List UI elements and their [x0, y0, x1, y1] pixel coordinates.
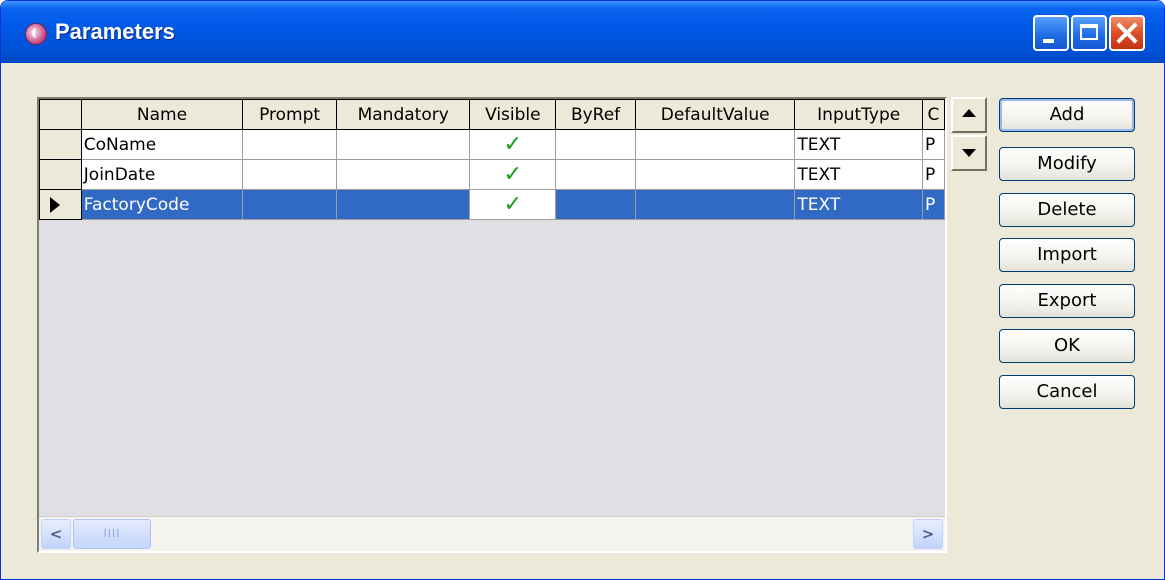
minimize-icon: [1043, 39, 1054, 43]
cell-default-value[interactable]: [634, 129, 796, 160]
cell-visible-check-icon[interactable]: ✓: [469, 129, 557, 160]
cell-c[interactable]: P: [921, 129, 945, 160]
horizontal-scrollbar[interactable]: < IIII >: [39, 516, 945, 551]
app-icon: [25, 23, 47, 45]
window-title: Parameters: [55, 19, 175, 44]
triangle-up-icon: [962, 109, 976, 117]
scroll-left-icon[interactable]: <: [41, 519, 71, 549]
cell-visible-check-icon[interactable]: ✓: [469, 159, 557, 190]
cell-default-value[interactable]: [634, 189, 796, 220]
parameters-grid[interactable]: Name Prompt Mandatory Visible ByRef Defa…: [37, 97, 947, 553]
cell-byref[interactable]: [555, 189, 636, 220]
grid-header-row: Name Prompt Mandatory Visible ByRef Defa…: [39, 99, 945, 130]
scroll-thumb[interactable]: IIII: [73, 519, 151, 549]
cell-input-type[interactable]: TEXT: [794, 189, 923, 220]
cell-name[interactable]: FactoryCode: [80, 189, 244, 220]
column-header-prompt[interactable]: Prompt: [242, 99, 337, 130]
cell-c[interactable]: P: [921, 189, 945, 220]
minimize-button[interactable]: [1033, 15, 1069, 51]
cell-mandatory[interactable]: [335, 159, 471, 190]
cell-c[interactable]: P: [921, 159, 945, 190]
column-header-default-value[interactable]: DefaultValue: [634, 99, 796, 130]
column-header-mandatory[interactable]: Mandatory: [335, 99, 471, 130]
scroll-right-icon[interactable]: >: [913, 519, 943, 549]
row-selector[interactable]: [39, 159, 82, 190]
cell-default-value[interactable]: [634, 159, 796, 190]
grid-table: Name Prompt Mandatory Visible ByRef Defa…: [39, 99, 945, 220]
row-selector[interactable]: [39, 129, 82, 160]
delete-button[interactable]: Delete: [999, 193, 1135, 227]
cell-prompt[interactable]: [242, 159, 337, 190]
parameters-dialog: Parameters Name Prompt Mandatory Visible…: [0, 0, 1165, 580]
cancel-button[interactable]: Cancel: [999, 375, 1135, 409]
cell-name[interactable]: CoName: [80, 129, 244, 160]
modify-button[interactable]: Modify: [999, 147, 1135, 181]
column-header-name[interactable]: Name: [80, 99, 244, 130]
cell-prompt[interactable]: [242, 129, 337, 160]
maximize-icon: [1080, 24, 1098, 40]
cell-name[interactable]: JoinDate: [80, 159, 244, 190]
close-button[interactable]: [1109, 15, 1145, 51]
move-up-button[interactable]: [951, 97, 987, 133]
move-down-button[interactable]: [951, 135, 987, 171]
cell-input-type[interactable]: TEXT: [794, 129, 923, 160]
column-header-visible[interactable]: Visible: [469, 99, 557, 130]
cell-input-type[interactable]: TEXT: [794, 159, 923, 190]
cell-prompt[interactable]: [242, 189, 337, 220]
cell-mandatory[interactable]: [335, 189, 471, 220]
row-selector-current[interactable]: [39, 189, 82, 220]
export-button[interactable]: Export: [999, 284, 1135, 318]
import-button[interactable]: Import: [999, 238, 1135, 272]
column-header-input-type[interactable]: InputType: [794, 99, 923, 130]
title-bar[interactable]: Parameters: [1, 1, 1164, 63]
maximize-button[interactable]: [1071, 15, 1107, 51]
current-row-arrow-icon: [50, 196, 60, 213]
cell-visible-check-icon[interactable]: ✓: [469, 189, 557, 220]
add-button[interactable]: Add: [999, 98, 1135, 132]
ok-button[interactable]: OK: [999, 329, 1135, 363]
close-icon: [1115, 19, 1139, 47]
triangle-down-icon: [962, 149, 976, 157]
column-header-byref[interactable]: ByRef: [555, 99, 636, 130]
cell-byref[interactable]: [555, 159, 636, 190]
table-row[interactable]: JoinDate ✓ TEXT P: [39, 159, 945, 190]
cell-byref[interactable]: [555, 129, 636, 160]
column-header-c[interactable]: C: [921, 99, 945, 130]
cell-mandatory[interactable]: [335, 129, 471, 160]
table-row[interactable]: CoName ✓ TEXT P: [39, 129, 945, 160]
grid-corner-cell: [39, 99, 82, 130]
table-row-selected[interactable]: FactoryCode ✓ TEXT P: [39, 189, 945, 220]
